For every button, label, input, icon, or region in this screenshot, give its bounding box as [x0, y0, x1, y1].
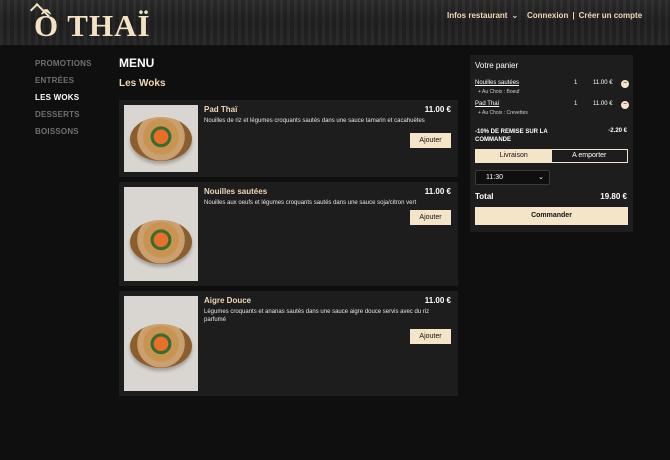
category-sidebar: PROMOTIONS ENTRÉES LES WOKS DESSERTS BOI…	[35, 59, 92, 144]
delivery-option[interactable]: Livraison	[476, 150, 552, 162]
cart-item-qty: 1	[574, 80, 578, 86]
food-bowl-image	[130, 117, 192, 161]
remove-item-icon[interactable]: −	[621, 80, 629, 88]
product-card: Nouilles sautées 11.00 € Nouilles aux oe…	[119, 182, 458, 286]
cart-line: Nouilles sautées 1 11.00 € − + Au Choix …	[475, 80, 629, 98]
product-price: 11.00 €	[424, 296, 451, 305]
cart-item-price: 11.00 €	[593, 101, 613, 107]
logo[interactable]: Ô THAÏ	[34, 8, 151, 44]
account-links: Connexion | Créer un compte	[527, 11, 642, 20]
cart-item-option: + Au Choix : Boeuf	[478, 89, 520, 95]
takeaway-option[interactable]: A emporter	[552, 150, 628, 162]
order-button[interactable]: Commander	[475, 207, 628, 225]
time-select[interactable]: 11:30 ⌄	[475, 170, 550, 185]
product-card: Pad Thaï 11.00 € Nouilles de riz et légu…	[119, 100, 458, 177]
section-title: Les Woks	[119, 78, 166, 89]
chevron-down-icon: ⌄	[511, 11, 519, 20]
total-value: 19.80 €	[600, 192, 627, 201]
order-mode-toggle: Livraison A emporter	[475, 149, 628, 163]
cart-item-price: 11.00 €	[593, 80, 613, 86]
product-image	[124, 105, 198, 172]
product-card: Aigre Douce 11.00 € Légumes croquants et…	[119, 291, 458, 396]
product-price: 11.00 €	[424, 187, 451, 196]
info-restaurant-label: Infos restaurant	[447, 11, 508, 20]
product-image	[124, 296, 198, 391]
sidebar-item-entrees[interactable]: ENTRÉES	[35, 76, 92, 85]
cart-panel: Votre panier Nouilles sautées 1 11.00 € …	[470, 55, 633, 232]
login-link[interactable]: Connexion	[527, 11, 568, 20]
add-button[interactable]: Ajouter	[410, 210, 451, 225]
product-description: Nouilles de riz et légumes croquants sau…	[204, 118, 425, 124]
cart-item-name[interactable]: Nouilles sautées	[475, 80, 519, 86]
add-button[interactable]: Ajouter	[410, 329, 451, 344]
add-button[interactable]: Ajouter	[410, 133, 451, 148]
food-bowl-image	[130, 324, 192, 368]
sidebar-item-promotions[interactable]: PROMOTIONS	[35, 59, 92, 68]
cart-line: Pad Thaï 1 11.00 € − + Au Choix : Crevet…	[475, 101, 629, 119]
nav-separator: |	[572, 11, 575, 20]
page-title: MENU	[119, 56, 155, 70]
product-name: Pad Thaï	[204, 105, 238, 114]
total-label: Total	[475, 192, 494, 201]
product-name: Aigre Douce	[204, 296, 252, 305]
product-price: 11.00 €	[424, 105, 451, 114]
product-image	[124, 187, 198, 281]
product-description: Nouilles aux oeufs et légumes croquants …	[204, 200, 417, 206]
time-value: 11:30	[486, 174, 503, 181]
sidebar-item-les-woks[interactable]: LES WOKS	[35, 93, 92, 102]
cart-item-qty: 1	[574, 101, 578, 107]
product-description: Légumes croquants et ananas sautés dans …	[204, 309, 430, 323]
site-header: Ô THAÏ Infos restaurant ⌄ Connexion | Créer…	[0, 0, 670, 46]
product-name: Nouilles sautées	[204, 187, 268, 196]
chevron-down-icon: ⌄	[538, 174, 544, 181]
discount-label: -10% DE REMISE SUR LA COMMANDE	[475, 129, 548, 143]
sidebar-item-boissons[interactable]: BOISSONS	[35, 127, 92, 136]
info-restaurant-link[interactable]: Infos restaurant ⌄	[447, 11, 518, 20]
discount-amount: -2.20 €	[608, 128, 627, 134]
register-link[interactable]: Créer un compte	[579, 11, 643, 20]
sidebar-item-desserts[interactable]: DESSERTS	[35, 110, 92, 119]
cart-item-name[interactable]: Pad Thaï	[475, 101, 499, 107]
food-bowl-image	[130, 220, 192, 264]
cart-title: Votre panier	[475, 61, 519, 70]
cart-item-option: + Au Choix : Crevettes	[478, 110, 528, 116]
remove-item-icon[interactable]: −	[621, 101, 629, 109]
